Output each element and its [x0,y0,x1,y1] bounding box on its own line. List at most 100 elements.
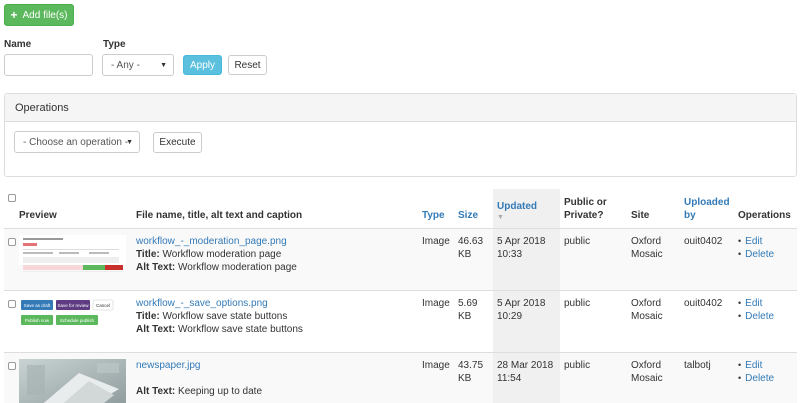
preview-cell [4,352,132,403]
preview-column-header: Preview [4,189,132,229]
updated-time: 10:33 [497,249,523,260]
name-filter-input[interactable] [4,54,93,76]
edit-link[interactable]: Edit [745,359,762,372]
file-details-cell: newspaper.jpg Alt Text: Keeping up to da… [132,352,418,403]
updated-time: 10:29 [497,311,523,322]
delete-link[interactable]: Delete [745,248,774,261]
alt-text-value: Keeping up to date [178,386,263,397]
visibility-cell: public [560,290,627,353]
type-filter-value: - Any - [111,59,140,71]
thumb-save-review-text: Save for review [57,303,89,308]
site-cell: Oxford Mosaic [627,290,680,353]
updated-cell: 5 Apr 2018 10:33 [493,228,560,291]
preview-cell [4,228,132,291]
type-cell: Image [418,290,454,353]
preview-cell: Save as draft Save for review Cancel Pub… [4,290,132,353]
delete-link[interactable]: Delete [745,372,774,385]
bullet-icon: • [738,373,742,383]
updated-column-header[interactable]: Updated ▼ [493,189,560,229]
file-name-link[interactable]: workflow_-_moderation_page.png [136,236,287,247]
updated-cell: 28 Mar 2018 11:54 [493,352,560,403]
bullet-icon: • [738,249,742,259]
apply-button[interactable]: Apply [183,55,222,75]
file-details-cell: workflow_-_save_options.png Title: Workf… [132,290,418,353]
sort-descending-icon: ▼ [497,214,504,221]
row-checkbox[interactable] [8,238,16,246]
uploaded-by-cell: ouit0402 [680,228,734,291]
type-column-header[interactable]: Type [418,189,454,229]
thumb-schedule-text: Schedule publish [60,318,95,323]
select-all-checkbox[interactable] [8,194,16,202]
table-row: newspaper.jpg Alt Text: Keeping up to da… [4,352,797,403]
bullet-icon: • [738,298,742,308]
operations-column-header: Operations [734,189,797,229]
newspaper-thumbnail[interactable] [19,359,126,403]
operations-panel: Operations - Choose an operation - ▼ Exe… [4,93,797,177]
site-cell: Oxford Mosaic [627,228,680,291]
type-filter-select[interactable]: - Any - ▼ [102,54,174,76]
moderation-page-thumbnail[interactable] [19,235,126,283]
operation-select[interactable]: - Choose an operation - ▼ [14,131,140,153]
operations-cell: • Edit • Delete [734,352,797,403]
updated-time: 11:54 [497,373,522,384]
bullet-icon: • [738,236,742,246]
edit-link[interactable]: Edit [745,235,762,248]
execute-button[interactable]: Execute [153,132,202,153]
title-value: Workflow save state buttons [162,311,288,322]
reset-button[interactable]: Reset [228,55,267,75]
uploaded-by-column-header[interactable]: Uploaded by [680,189,734,229]
table-row: Save as draft Save for review Cancel Pub… [4,290,797,353]
public-private-column-header: Public or Private? [560,189,627,229]
plus-icon: + [10,8,18,22]
title-value: Workflow moderation page [162,249,282,260]
updated-date: 28 Mar 2018 [497,360,554,371]
table-row: workflow_-_moderation_page.png Title: Wo… [4,228,797,291]
alt-text-value: Workflow save state buttons [178,324,303,335]
row-checkbox[interactable] [8,362,16,370]
updated-date: 5 Apr 2018 [497,298,546,309]
updated-cell: 5 Apr 2018 10:29 [493,290,560,353]
bullet-icon: • [738,311,742,321]
chevron-down-icon: ▼ [160,62,167,69]
operations-heading: Operations [5,94,796,122]
updated-header-label: Updated [497,201,537,212]
file-name-link[interactable]: newspaper.jpg [136,360,201,371]
title-label: Title: [136,249,160,260]
edit-link[interactable]: Edit [745,297,762,310]
add-files-button[interactable]: + Add file(s) [4,4,74,26]
bullet-icon: • [738,360,742,370]
uploaded-by-cell: talbotj [680,352,734,403]
thumb-publish-now-text: Publish now [25,318,50,323]
alt-text-value: Workflow moderation page [178,262,297,273]
size-column-header[interactable]: Size [454,189,493,229]
table-header-row: Preview File name, title, alt text and c… [4,189,797,229]
chevron-down-icon: ▼ [126,139,133,146]
title-label: Title: [136,311,160,322]
add-files-label: Add file(s) [22,9,68,21]
file-details-cell: workflow_-_moderation_page.png Title: Wo… [132,228,418,291]
alt-text-label: Alt Text: [136,386,176,397]
operations-cell: • Edit • Delete [734,228,797,291]
type-cell: Image [418,352,454,403]
file-column-header: File name, title, alt text and caption [132,189,418,229]
name-filter-label: Name [4,39,32,50]
file-name-link[interactable]: workflow_-_save_options.png [136,298,268,309]
visibility-cell: public [560,228,627,291]
alt-text-label: Alt Text: [136,324,176,335]
thumb-save-draft-text: Save as draft [24,303,51,308]
type-cell: Image [418,228,454,291]
row-checkbox[interactable] [8,300,16,308]
operations-cell: • Edit • Delete [734,290,797,353]
thumb-cancel-text: Cancel [96,303,110,308]
visibility-cell: public [560,352,627,403]
size-cell: 46.63 KB [454,228,493,291]
delete-link[interactable]: Delete [745,310,774,323]
media-table: Preview File name, title, alt text and c… [4,189,797,403]
operation-select-value: - Choose an operation - [23,136,129,148]
save-options-thumbnail[interactable]: Save as draft Save for review Cancel Pub… [19,297,126,345]
size-cell: 43.75 KB [454,352,493,403]
site-cell: Oxford Mosaic [627,352,680,403]
site-column-header: Site [627,189,680,229]
size-cell: 5.69 KB [454,290,493,353]
updated-date: 5 Apr 2018 [497,236,546,247]
